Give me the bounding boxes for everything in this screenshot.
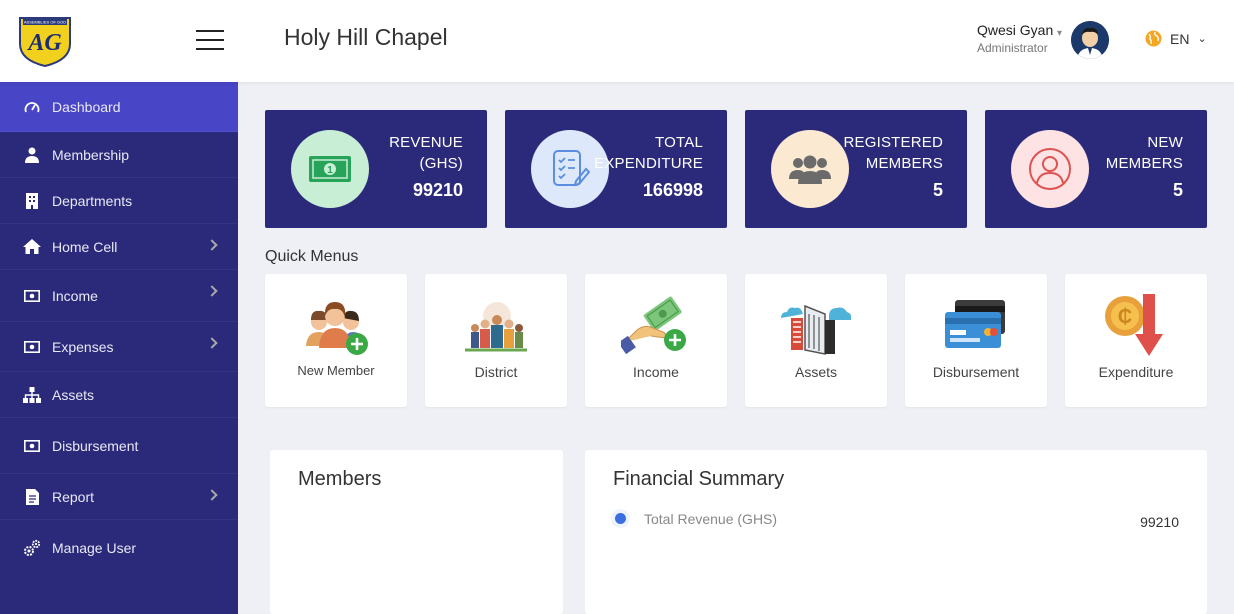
summary-row-value: 99210: [1140, 514, 1179, 530]
sidebar-item-income[interactable]: Income: [0, 270, 238, 322]
stat-label: MEMBERS: [865, 155, 943, 172]
money-icon: [22, 338, 42, 356]
sidebar-item-label: Manage User: [52, 540, 137, 556]
sidebar-item-label: Home Cell: [52, 238, 118, 255]
sidebar-item-dashboard[interactable]: Dashboard: [0, 82, 238, 132]
quick-menu-label: Income: [633, 364, 679, 380]
sidebar-item-label: Disbursement: [52, 437, 139, 454]
stat-label: EXPENDITURE: [594, 155, 703, 172]
sidebar-item-home-cell[interactable]: Home Cell: [0, 224, 238, 270]
sitemap-icon: [22, 386, 42, 404]
person-outline-icon: [1011, 130, 1089, 208]
new-member-icon: [301, 294, 371, 360]
quick-menu-district[interactable]: District: [425, 274, 567, 407]
assets-icon: [781, 294, 852, 360]
district-icon: [461, 294, 531, 360]
sidebar-item-label: Dashboard: [52, 98, 121, 115]
group-icon: [771, 130, 849, 208]
user-name: Qwesi Gyan: [977, 22, 1054, 38]
money-icon: [22, 437, 42, 455]
stat-value: 5: [1172, 180, 1183, 200]
sidebar-item-membership[interactable]: Membership: [0, 132, 238, 178]
sidebar-item-label: Report: [52, 488, 95, 505]
stat-label: REGISTERED: [843, 134, 943, 151]
chevron-right-icon: [206, 285, 218, 297]
globe-icon: [1145, 30, 1162, 47]
legend-dot: [615, 513, 626, 524]
user-role: Administrator: [977, 41, 1048, 55]
language-label: EN: [1170, 30, 1190, 47]
members-panel: Members: [270, 450, 563, 614]
user-menu[interactable]: Qwesi Gyan Administrator: [977, 22, 1053, 55]
stat-label: TOTAL: [655, 134, 703, 151]
quick-menu-income[interactable]: Income: [585, 274, 727, 407]
chevron-right-icon: [206, 239, 218, 251]
cogs-icon: [22, 539, 42, 557]
quick-menu-assets[interactable]: Assets: [745, 274, 887, 407]
stat-value: 99210: [412, 180, 463, 200]
stat-value: 5: [932, 180, 943, 200]
quick-menu-label: District: [474, 364, 518, 380]
sidebar-item-departments[interactable]: Departments: [0, 178, 238, 224]
quick-menu-new-member[interactable]: New Member: [265, 274, 407, 407]
stat-card-registered-members[interactable]: REGISTERED MEMBERS 5: [745, 110, 967, 228]
stat-label: NEW: [1147, 134, 1183, 151]
disbursement-icon: [941, 294, 1011, 360]
top-bar: AG ASSEMBLIES OF GOD Holy Hill Chapel Qw…: [0, 0, 1234, 82]
language-selector[interactable]: EN ⌄: [1145, 30, 1207, 47]
stat-label: REVENUE: [389, 134, 463, 151]
sidebar-item-expenses[interactable]: Expenses: [0, 322, 238, 372]
document-icon: [22, 488, 42, 506]
expenditure-icon: ₵: [1101, 294, 1171, 360]
sidebar-item-label: Assets: [52, 386, 95, 403]
sidebar-item-report[interactable]: Report: [0, 474, 238, 520]
stat-card-revenue[interactable]: 1 REVENUE (GHS) 99210: [265, 110, 487, 228]
quick-menu-expenditure[interactable]: ₵ Expenditure: [1065, 274, 1207, 407]
speedometer-icon: [22, 98, 42, 116]
sidebar: Dashboard Membership Departments Home Ce…: [0, 82, 238, 614]
sidebar-item-label: Income: [52, 287, 98, 304]
chevron-down-icon: ⌄: [1197, 33, 1207, 45]
sidebar-item-label: Expenses: [52, 338, 114, 355]
stat-card-total-expenditure[interactable]: TOTAL EXPENDITURE 166998: [505, 110, 727, 228]
stat-card-new-members[interactable]: NEW MEMBERS 5: [985, 110, 1207, 228]
summary-row-label: Total Revenue (GHS): [644, 511, 778, 527]
user-icon: [22, 146, 42, 164]
stat-value: 166998: [642, 180, 703, 200]
page-title: Holy Hill Chapel: [284, 24, 448, 50]
chevron-right-icon: [206, 489, 218, 501]
caret-down-icon[interactable]: ▾: [1057, 28, 1062, 39]
quick-menu-disbursement[interactable]: Disbursement: [905, 274, 1047, 407]
stat-label: MEMBERS: [1105, 155, 1183, 172]
building-icon: [22, 192, 42, 210]
svg-text:1: 1: [327, 165, 333, 176]
panel-title: Financial Summary: [613, 468, 785, 490]
sidebar-item-disbursement[interactable]: Disbursement: [0, 418, 238, 474]
avatar[interactable]: [1071, 21, 1109, 59]
svg-text:₵: ₵: [1118, 306, 1132, 328]
sidebar-item-manage-user[interactable]: Manage User: [0, 520, 238, 576]
financial-summary-panel: Financial Summary Total Revenue (GHS) 99…: [585, 450, 1207, 614]
quick-menu-label: Assets: [794, 364, 837, 380]
logo-text: AG: [26, 30, 62, 56]
quick-menu-label: New Member: [297, 363, 375, 378]
sidebar-item-label: Departments: [52, 192, 133, 209]
sidebar-item-assets[interactable]: Assets: [0, 372, 238, 418]
church-logo[interactable]: AG ASSEMBLIES OF GOD: [18, 14, 72, 68]
stat-label: (GHS): [419, 155, 463, 172]
logo-caption: ASSEMBLIES OF GOD: [24, 20, 66, 25]
quick-menu-label: Disbursement: [932, 364, 1020, 380]
sidebar-item-label: Membership: [52, 146, 130, 163]
chevron-right-icon: [206, 337, 218, 349]
income-icon: [618, 294, 691, 360]
money-icon: [22, 287, 42, 305]
home-icon: [22, 238, 42, 256]
cash-icon: 1: [291, 130, 369, 208]
panel-title: Members: [298, 468, 382, 490]
menu-toggle-icon[interactable]: [196, 30, 226, 52]
quick-menu-label: Expenditure: [1098, 364, 1174, 380]
quick-menus-heading: Quick Menus: [265, 248, 359, 265]
